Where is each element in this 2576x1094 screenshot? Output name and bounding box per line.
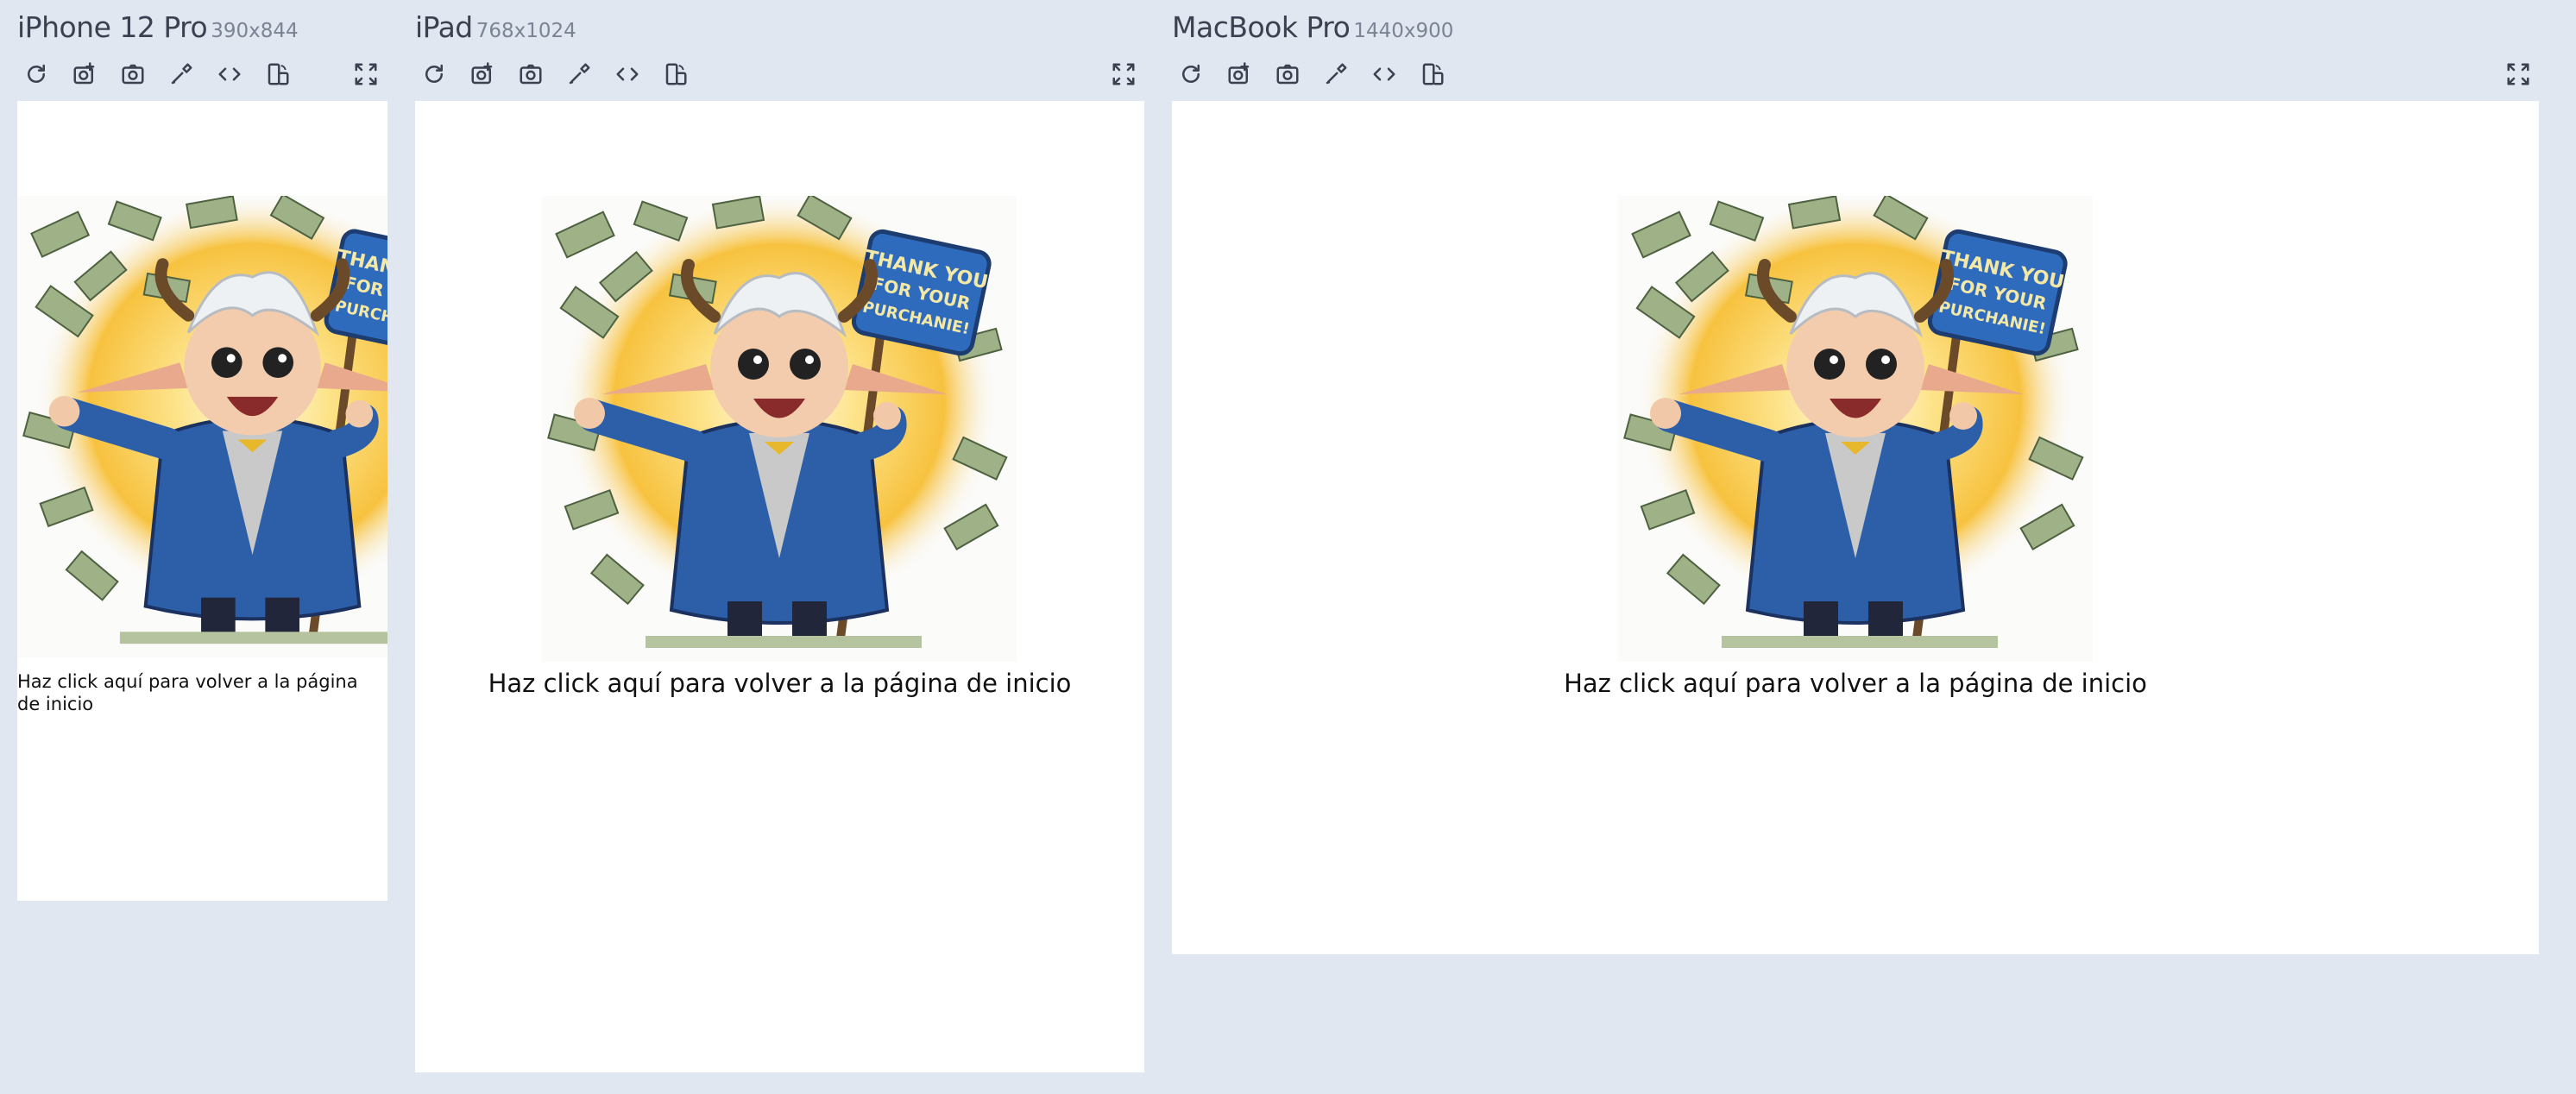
device-name: iPhone 12 Pro bbox=[17, 10, 208, 44]
full-screenshot-button[interactable] bbox=[463, 55, 501, 93]
rotate-icon bbox=[663, 61, 689, 87]
refresh-icon bbox=[1178, 61, 1204, 87]
device-screen: Haz click aquí para volver a la página d… bbox=[415, 101, 1144, 1072]
rotate-icon bbox=[265, 61, 291, 87]
screenshot-full-icon bbox=[1226, 61, 1252, 87]
full-screenshot-button[interactable] bbox=[66, 55, 104, 93]
code-icon bbox=[217, 61, 242, 87]
rotate-icon bbox=[1420, 61, 1445, 87]
thank-you-elf-image bbox=[1618, 196, 2093, 662]
thank-you-elf-image bbox=[542, 196, 1017, 662]
screenshot-full-icon bbox=[72, 61, 98, 87]
screenshot-icon bbox=[518, 61, 544, 87]
eyedropper-button[interactable] bbox=[1317, 55, 1355, 93]
refresh-button[interactable] bbox=[1172, 55, 1210, 93]
refresh-icon bbox=[23, 61, 49, 87]
rotate-button[interactable] bbox=[657, 55, 695, 93]
home-link[interactable]: Haz click aquí para volver a la página d… bbox=[1172, 669, 2539, 698]
code-icon bbox=[614, 61, 640, 87]
fullscreen-icon bbox=[1111, 61, 1137, 87]
fullscreen-button[interactable] bbox=[1105, 55, 1143, 93]
device-screen: Haz click aquí para volver a la página d… bbox=[1172, 101, 2539, 954]
device-header: iPhone 12 Pro 390x844 bbox=[17, 10, 299, 44]
code-icon bbox=[1371, 61, 1397, 87]
screenshot-button[interactable] bbox=[114, 55, 152, 93]
code-button[interactable] bbox=[211, 55, 249, 93]
eyedropper-button[interactable] bbox=[162, 55, 200, 93]
screenshot-button[interactable] bbox=[512, 55, 550, 93]
eyedropper-button[interactable] bbox=[560, 55, 598, 93]
eyedropper-icon bbox=[566, 61, 592, 87]
device-name: MacBook Pro bbox=[1172, 10, 1351, 44]
code-button[interactable] bbox=[608, 55, 646, 93]
fullscreen-button[interactable] bbox=[347, 55, 385, 93]
device-header: iPad 768x1024 bbox=[415, 10, 576, 44]
device-name: iPad bbox=[415, 10, 473, 44]
home-link[interactable]: Haz click aquí para volver a la página d… bbox=[415, 669, 1144, 698]
home-link[interactable]: Haz click aquí para volver a la página d… bbox=[17, 670, 380, 715]
device-size: 1440x900 bbox=[1353, 20, 1454, 42]
fullscreen-icon bbox=[353, 61, 379, 87]
device-size: 390x844 bbox=[211, 20, 299, 42]
fullscreen-icon bbox=[2505, 61, 2531, 87]
device-header: MacBook Pro 1440x900 bbox=[1172, 10, 1453, 44]
refresh-button[interactable] bbox=[415, 55, 453, 93]
rotate-button[interactable] bbox=[259, 55, 297, 93]
eyedropper-icon bbox=[168, 61, 194, 87]
screenshot-full-icon bbox=[469, 61, 495, 87]
refresh-icon bbox=[421, 61, 447, 87]
fullscreen-button[interactable] bbox=[2499, 55, 2537, 93]
thank-you-elf-image bbox=[17, 196, 387, 657]
screenshot-button[interactable] bbox=[1269, 55, 1307, 93]
device-size: 768x1024 bbox=[476, 20, 576, 42]
screenshot-icon bbox=[1275, 61, 1301, 87]
refresh-button[interactable] bbox=[17, 55, 55, 93]
full-screenshot-button[interactable] bbox=[1220, 55, 1258, 93]
screenshot-icon bbox=[120, 61, 146, 87]
eyedropper-icon bbox=[1323, 61, 1349, 87]
rotate-button[interactable] bbox=[1414, 55, 1452, 93]
device-screen: Haz click aquí para volver a la página d… bbox=[17, 101, 387, 901]
code-button[interactable] bbox=[1365, 55, 1403, 93]
